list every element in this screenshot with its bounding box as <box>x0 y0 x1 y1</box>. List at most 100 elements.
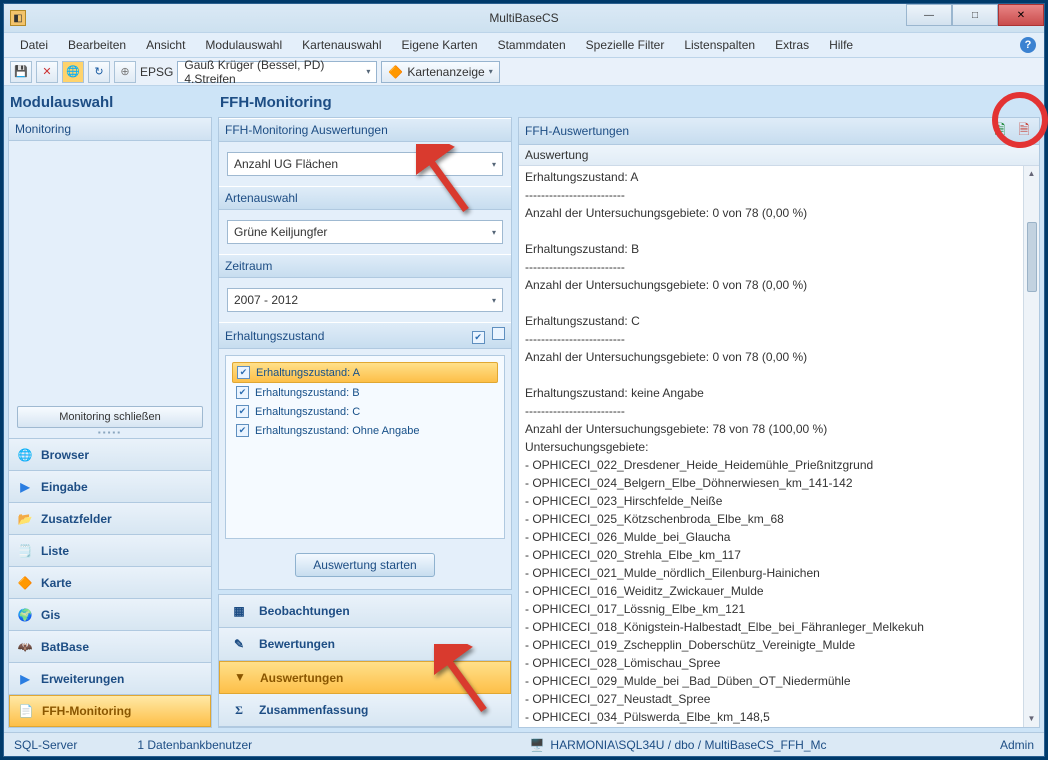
report-line <box>525 222 1033 240</box>
select-art-value: Grüne Keiljungfer <box>234 225 327 239</box>
report-line: Erhaltungszustand: A <box>525 168 1033 186</box>
map-display-dropdown[interactable]: 🔶 Kartenanzeige ▾ <box>381 61 499 83</box>
check-all-icon[interactable]: ✔ <box>472 331 485 344</box>
play-icon: ▶ <box>17 479 33 495</box>
window-maximize-button[interactable]: □ <box>952 4 998 26</box>
export-pdf-icon[interactable]: 🗎 <box>1015 122 1033 140</box>
report-line: - OPHICECI_018_Königstein-Halbestadt_Elb… <box>525 618 1033 636</box>
toolbar-globe-icon[interactable]: 🌐 <box>62 61 84 83</box>
right-panel-title: FFH-Auswertungen <box>525 124 629 138</box>
report-line: - OPHICECI_023_Hirschfelde_Neiße <box>525 492 1033 510</box>
menu-modulauswahl[interactable]: Modulauswahl <box>197 36 290 54</box>
tab-beobachtungen[interactable]: ▦Beobachtungen <box>219 595 511 628</box>
checkbox-icon[interactable]: ✔ <box>236 386 249 399</box>
chevron-down-icon: ▾ <box>492 228 496 237</box>
nav-erweiterungen[interactable]: ▶Erweiterungen <box>9 663 211 695</box>
statusbar: SQL-Server 1 Datenbankbenutzer 🖥️HARMONI… <box>4 732 1044 756</box>
projection-value: Gauß Krüger (Bessel, PD) 4.Streifen <box>184 58 362 86</box>
run-auswertung-button[interactable]: Auswertung starten <box>295 553 435 577</box>
nav-eingabe[interactable]: ▶Eingabe <box>9 471 211 503</box>
menu-spezielle-filter[interactable]: Spezielle Filter <box>578 36 673 54</box>
diamond-icon: 🔶 <box>17 575 33 591</box>
checkbox-icon[interactable]: ✔ <box>236 405 249 418</box>
close-monitoring-button[interactable]: Monitoring schließen <box>17 406 203 428</box>
report-line: Anzahl der Untersuchungsgebiete: 78 von … <box>525 420 1033 438</box>
scroll-thumb[interactable] <box>1027 222 1037 292</box>
export-excel-icon[interactable]: 🗎 <box>991 122 1009 140</box>
toolbar-refresh-icon[interactable]: ↻ <box>88 61 110 83</box>
modulauswahl-title: Modulauswahl <box>8 90 212 113</box>
erhalt-row-b[interactable]: ✔Erhaltungszustand: B <box>232 383 498 402</box>
list-icon: 🗒️ <box>17 543 33 559</box>
nav-gis[interactable]: 🌍Gis <box>9 599 211 631</box>
nav-liste[interactable]: 🗒️Liste <box>9 535 211 567</box>
document-icon: 📄 <box>18 703 34 719</box>
report-line: - OPHICECI_025_Kötzschenbroda_Elbe_km_68 <box>525 510 1033 528</box>
window-minimize-button[interactable]: — <box>906 4 952 26</box>
diamond-icon: 🔶 <box>388 65 403 79</box>
menu-stammdaten[interactable]: Stammdaten <box>490 36 574 54</box>
report-line <box>525 366 1033 384</box>
toolbar-crosshair-icon[interactable]: ⊕ <box>114 61 136 83</box>
section-zeitraum: Zeitraum <box>219 254 511 278</box>
splitter-grip[interactable]: ▪▪▪▪▪ <box>9 428 211 438</box>
section-erhaltungszustand: Erhaltungszustand ✔ <box>219 322 511 349</box>
toolbar: 💾 ✕ 🌐 ↻ ⊕ EPSG Gauß Krüger (Bessel, PD) … <box>4 58 1044 86</box>
erhalt-row-ohne[interactable]: ✔Erhaltungszustand: Ohne Angabe <box>232 421 498 440</box>
select-auswertung[interactable]: Anzahl UG Flächen ▾ <box>227 152 503 176</box>
report-line: - OPHICECI_020_Strehla_Elbe_km_117 <box>525 546 1033 564</box>
nav-karte[interactable]: 🔶Karte <box>9 567 211 599</box>
chevron-down-icon: ▾ <box>492 160 496 169</box>
uncheck-all-icon[interactable] <box>492 327 505 340</box>
report-column-header: Auswertung <box>519 145 1039 166</box>
nav-zusatzfelder[interactable]: 📂Zusatzfelder <box>9 503 211 535</box>
toolbar-save-icon[interactable]: 💾 <box>10 61 32 83</box>
menu-extras[interactable]: Extras <box>767 36 817 54</box>
tab-bewertungen[interactable]: ✎Bewertungen <box>219 628 511 661</box>
checkbox-icon[interactable]: ✔ <box>236 424 249 437</box>
report-line: - OPHICECI_033_Grödel_Elbe <box>525 726 1033 727</box>
db-icon: 🖥️ <box>529 738 544 752</box>
section-artenauswahl: Artenauswahl <box>219 186 511 210</box>
scroll-down-icon[interactable]: ▼ <box>1024 711 1039 727</box>
checkbox-icon[interactable]: ✔ <box>237 366 250 379</box>
nav-browser[interactable]: 🌐Browser <box>9 439 211 471</box>
scrollbar[interactable]: ▲ ▼ <box>1023 166 1039 727</box>
report-line: Erhaltungszustand: C <box>525 312 1033 330</box>
tree-item-monitoring[interactable]: Monitoring <box>9 118 211 141</box>
menu-hilfe[interactable]: Hilfe <box>821 36 861 54</box>
toolbar-delete-icon[interactable]: ✕ <box>36 61 58 83</box>
tab-zusammenfassung[interactable]: ΣZusammenfassung <box>219 694 511 727</box>
menu-ansicht[interactable]: Ansicht <box>138 36 193 54</box>
nav-batbase[interactable]: 🦇BatBase <box>9 631 211 663</box>
report-line: ------------------------- <box>525 402 1033 420</box>
scroll-up-icon[interactable]: ▲ <box>1024 166 1039 182</box>
erhalt-row-c[interactable]: ✔Erhaltungszustand: C <box>232 402 498 421</box>
report-line: - OPHICECI_024_Belgern_Elbe_Döhnerwiesen… <box>525 474 1033 492</box>
titlebar: ◧ MultiBaseCS — □ ✕ <box>4 4 1044 32</box>
funnel-icon: ▼ <box>232 670 248 685</box>
gis-icon: 🌍 <box>17 607 33 623</box>
status-db: HARMONIA\SQL34U / dbo / MultiBaseCS_FFH_… <box>550 738 826 752</box>
report-line: Anzahl der Untersuchungsgebiete: 0 von 7… <box>525 276 1033 294</box>
menu-bearbeiten[interactable]: Bearbeiten <box>60 36 134 54</box>
chevron-down-icon: ▾ <box>366 67 370 76</box>
report-line: - OPHICECI_034_Pülswerda_Elbe_km_148,5 <box>525 708 1033 726</box>
window-close-button[interactable]: ✕ <box>998 4 1044 26</box>
select-art[interactable]: Grüne Keiljungfer ▾ <box>227 220 503 244</box>
help-icon[interactable]: ? <box>1020 37 1036 53</box>
menu-eigene-karten[interactable]: Eigene Karten <box>394 36 486 54</box>
menu-listenspalten[interactable]: Listenspalten <box>676 36 763 54</box>
projection-dropdown[interactable]: Gauß Krüger (Bessel, PD) 4.Streifen ▾ <box>177 61 377 83</box>
section-auswertungen: FFH-Monitoring Auswertungen <box>219 118 511 142</box>
erhalt-row-a[interactable]: ✔Erhaltungszustand: A <box>232 362 498 383</box>
report-line: ------------------------- <box>525 186 1033 204</box>
ffh-title: FFH-Monitoring <box>218 90 512 113</box>
report-line: ------------------------- <box>525 330 1033 348</box>
select-zeitraum[interactable]: 2007 - 2012 ▾ <box>227 288 503 312</box>
nav-ffh-monitoring[interactable]: 📄FFH-Monitoring <box>9 695 211 727</box>
app-icon: ◧ <box>10 10 26 26</box>
menu-kartenauswahl[interactable]: Kartenauswahl <box>294 36 389 54</box>
tab-auswertungen[interactable]: ▼Auswertungen <box>219 661 511 694</box>
menu-datei[interactable]: Datei <box>12 36 56 54</box>
